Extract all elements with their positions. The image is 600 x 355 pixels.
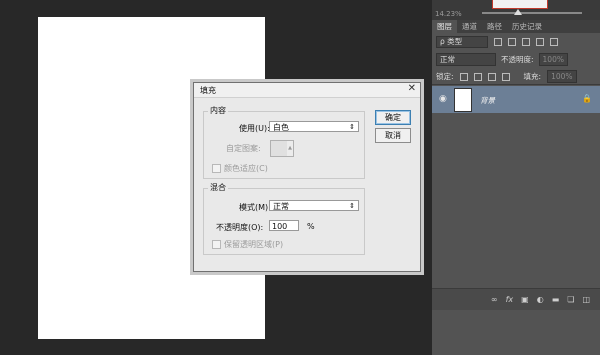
cancel-button[interactable]: 取消	[375, 128, 411, 143]
pattern-swatch[interactable]	[270, 140, 288, 157]
fx-icon[interactable]: fx	[506, 295, 514, 304]
use-select[interactable]: 白色 ⇕	[269, 121, 359, 132]
color-adapt-label: 颜色适应(C)	[224, 164, 268, 173]
lock-all-icon[interactable]	[501, 72, 510, 81]
divider	[432, 84, 600, 85]
tab-channels[interactable]: 通道	[457, 20, 482, 33]
select-arrow-icon: ⇕	[349, 202, 355, 210]
blend-group-label: 混合	[208, 182, 228, 193]
use-label: 使用(U):	[239, 124, 270, 133]
dialog-title: 填充	[200, 86, 216, 95]
blend-row: 正常 不透明度: 100%	[436, 53, 568, 66]
layers-bottom-bar: ∞ fx ▣ ◐ ▬ ❏ ◫	[432, 288, 600, 310]
kind-filter-select[interactable]: ρ 类型	[436, 36, 488, 48]
new-group-icon[interactable]: ▬	[552, 295, 560, 304]
lock-brush-icon[interactable]	[473, 72, 482, 81]
layer-name[interactable]: 背景	[480, 95, 495, 106]
navigator-preview[interactable]	[492, 0, 548, 9]
navigator-strip: 14.23%	[432, 0, 600, 20]
opacity-label: 不透明度:	[501, 55, 534, 64]
new-layer-icon[interactable]: ❏	[567, 295, 574, 304]
mode-select-value: 正常	[273, 202, 289, 211]
ok-button[interactable]: 确定	[375, 110, 411, 125]
pattern-dropdown-arrow-icon[interactable]: ▲	[287, 140, 294, 157]
fill-field[interactable]: 100%	[547, 70, 577, 83]
blend-mode-select[interactable]: 正常	[436, 53, 496, 66]
lock-transparent-icon[interactable]	[459, 72, 468, 81]
navigator-zoom[interactable]: 14.23%	[435, 10, 462, 18]
panel-tabs: 图层 通道 路径 历史记录	[432, 20, 600, 33]
shape-filter-icon[interactable]	[536, 38, 544, 46]
tab-history[interactable]: 历史记录	[507, 20, 547, 33]
type-filter-icon[interactable]	[522, 38, 530, 46]
filter-row: ρ 类型	[436, 36, 558, 48]
delete-layer-icon[interactable]: ◫	[582, 295, 590, 304]
mode-select[interactable]: 正常 ⇕	[269, 200, 359, 211]
close-icon[interactable]: ✕	[408, 83, 416, 94]
lock-row: 锁定: 填充: 100%	[436, 70, 577, 83]
tab-paths[interactable]: 路径	[482, 20, 507, 33]
adjustment-layer-icon[interactable]: ◐	[537, 295, 544, 304]
pixel-filter-icon[interactable]	[494, 38, 502, 46]
layer-row-background[interactable]: ◉ 背景 🔒	[432, 86, 600, 113]
lock-icon: 🔒	[582, 94, 592, 103]
adjustment-filter-icon[interactable]	[508, 38, 516, 46]
color-adapt-checkbox[interactable]	[212, 164, 221, 173]
pattern-label: 自定图案:	[226, 144, 261, 153]
opacity-label: 不透明度(O):	[216, 223, 264, 232]
link-layers-icon[interactable]: ∞	[491, 295, 498, 304]
add-mask-icon[interactable]: ▣	[521, 295, 529, 304]
opacity-field[interactable]: 100%	[538, 53, 568, 66]
zoom-slider-knob[interactable]	[514, 9, 522, 15]
fill-dialog: 填充 ✕ 内容 使用(U): 白色 ⇕ 自定图案: ▲ 颜色适应(C) 混合 模…	[193, 82, 421, 272]
preserve-transparency-checkbox[interactable]	[212, 240, 221, 249]
mode-label: 模式(M):	[239, 203, 271, 212]
preserve-transparency-label: 保留透明区域(P)	[224, 240, 284, 249]
eye-icon[interactable]: ◉	[439, 94, 447, 104]
use-select-value: 白色	[273, 123, 289, 132]
dialog-titlebar[interactable]: 填充 ✕	[194, 83, 420, 98]
fill-label: 填充:	[523, 72, 542, 81]
smart-object-filter-icon[interactable]	[550, 38, 558, 46]
layers-panel: 14.23% 图层 通道 路径 历史记录 ρ 类型 正常 不透明度: 100% …	[432, 0, 600, 355]
content-group-label: 内容	[208, 105, 228, 116]
select-arrow-icon: ⇕	[349, 123, 355, 131]
opacity-input[interactable]: 100	[269, 220, 299, 231]
layer-thumbnail[interactable]	[454, 88, 472, 112]
lock-move-icon[interactable]	[487, 72, 496, 81]
percent-label: %	[307, 222, 315, 231]
lock-label: 锁定:	[436, 72, 454, 81]
zoom-slider[interactable]	[482, 12, 582, 14]
tab-layers[interactable]: 图层	[432, 20, 457, 33]
